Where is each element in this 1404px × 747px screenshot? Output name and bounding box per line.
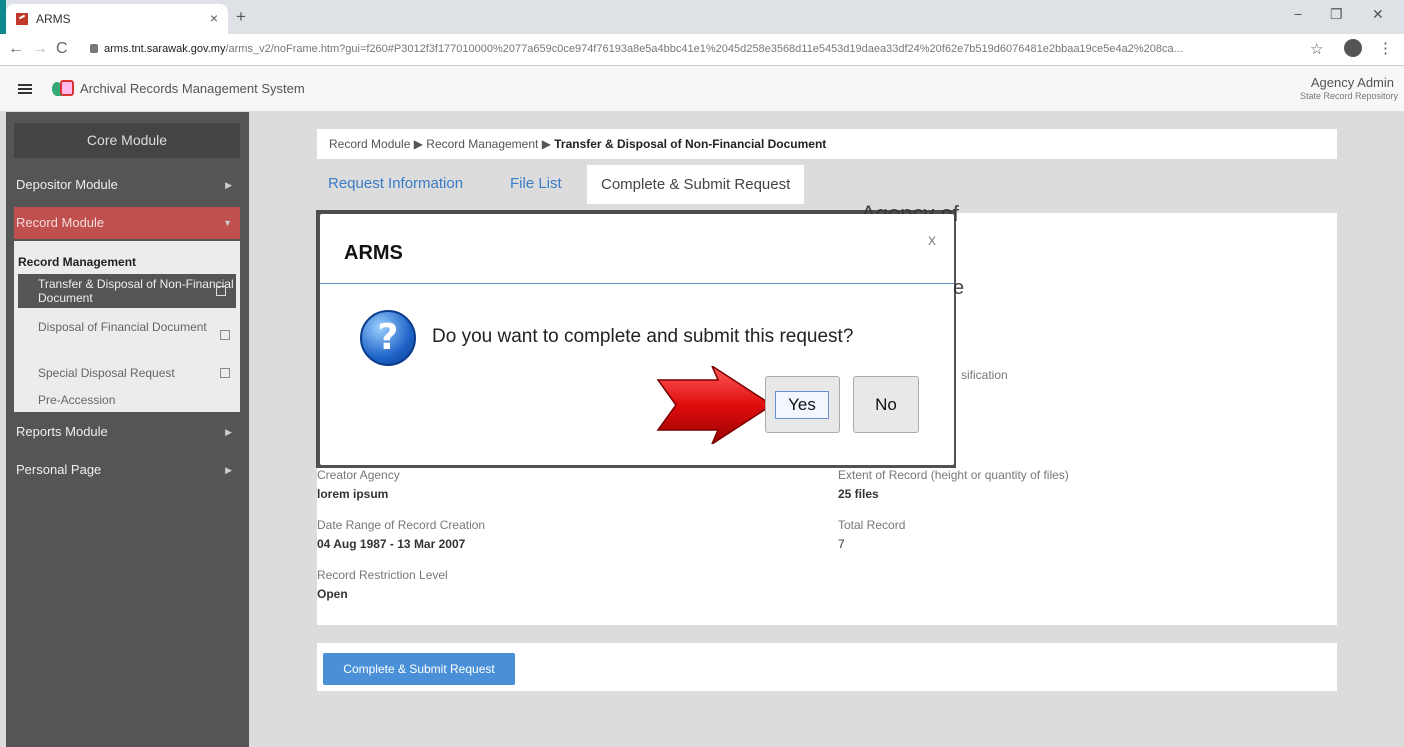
user-role: State Record Repository: [1299, 91, 1398, 101]
confirm-dialog: ARMS x ? Do you want to complete and sub…: [320, 214, 954, 465]
breadcrumb-separator-icon: ▶: [541, 137, 555, 151]
reload-icon[interactable]: C: [56, 40, 68, 58]
browser-menu-icon[interactable]: ⋮: [1378, 39, 1393, 57]
sidebar-item-label: Reports Module: [16, 424, 108, 439]
sidebar-item-personal-page[interactable]: Personal Page ▶: [14, 454, 240, 486]
yes-label: Yes: [775, 391, 829, 419]
submenu-item-label: Transfer & Disposal of Non-Financial Doc…: [38, 277, 234, 305]
user-name[interactable]: Agency Admin: [1311, 75, 1394, 90]
sidebar-item-label: Personal Page: [16, 462, 102, 477]
new-tab-icon[interactable]: +: [236, 7, 246, 27]
lock-icon[interactable]: [90, 44, 98, 53]
date-range-value: 04 Aug 1987 - 13 Mar 2007: [317, 537, 466, 551]
sidebar-item-depositor-module[interactable]: Depositor Module ▶: [14, 169, 240, 201]
sidebar: Core Module Depositor Module ▶ Record Mo…: [6, 112, 249, 747]
red-arrow-icon: [656, 366, 774, 444]
submenu-item-label: Disposal of Financial Document: [38, 320, 207, 334]
chevron-down-icon: ▼: [223, 218, 232, 228]
breadcrumb-item[interactable]: Record Module: [329, 137, 410, 151]
sidebar-item-reports-module[interactable]: Reports Module ▶: [14, 416, 240, 448]
external-link-icon: [220, 368, 230, 378]
sidebar-item-label: Record Module: [16, 215, 105, 230]
breadcrumb-item[interactable]: Record Management: [426, 137, 538, 151]
chevron-right-icon: ▶: [225, 427, 232, 437]
tab-complete-submit[interactable]: Complete & Submit Request: [586, 164, 806, 204]
submenu-item-disposal-financial[interactable]: Disposal of Financial Document: [14, 320, 240, 350]
arms-favicon-icon: [16, 13, 28, 25]
restriction-level-value: Open: [317, 587, 348, 601]
dialog-message: Do you want to complete and submit this …: [432, 326, 854, 347]
submenu-item-transfer-disposal[interactable]: Transfer & Disposal of Non-Financial Doc…: [18, 274, 236, 308]
total-record-value: 7: [838, 537, 845, 551]
creator-agency-value: lorem ipsum: [317, 487, 389, 501]
question-icon: ?: [360, 310, 416, 366]
url-host: arms.tnt.sarawak.gov.my: [104, 43, 226, 55]
close-tab-icon[interactable]: ×: [210, 10, 218, 26]
address-bar: ← → C arms.tnt.sarawak.gov.my/arms_v2/no…: [0, 34, 1404, 66]
arms-logo-icon: [52, 80, 74, 98]
url-path: /arms_v2/noFrame.htm?gui=f260#P3012f3f17…: [225, 43, 1183, 55]
bookmark-star-icon[interactable]: ☆: [1310, 40, 1323, 58]
submenu-item-label: Pre-Accession: [38, 393, 116, 407]
dialog-title: ARMS: [344, 242, 403, 264]
chevron-right-icon: ▶: [225, 180, 232, 190]
breadcrumb: Record Module ▶ Record Management ▶ Tran…: [316, 128, 1338, 160]
creator-agency-label: Creator Agency: [317, 468, 400, 482]
dialog-divider: [320, 283, 954, 284]
sidebar-item-record-module[interactable]: Record Module ▼: [14, 207, 240, 239]
minimize-icon[interactable]: −: [1294, 6, 1302, 22]
app-header: Archival Records Management System Agenc…: [0, 66, 1404, 112]
browser-tab[interactable]: ARMS ×: [6, 4, 228, 34]
submenu-item-special-disposal[interactable]: Special Disposal Request: [14, 366, 240, 382]
record-module-submenu: Record Management Transfer & Disposal of…: [14, 241, 240, 412]
browser-tabstrip: ARMS × + − ❐ ✕: [0, 0, 1404, 34]
tab-file-list[interactable]: File List: [510, 164, 562, 204]
external-link-icon: [220, 330, 230, 340]
breadcrumb-current: Transfer & Disposal of Non-Financial Doc…: [554, 137, 827, 151]
app-title: Archival Records Management System: [80, 81, 305, 96]
submenu-item-pre-accession[interactable]: Pre-Accession: [14, 393, 240, 409]
restore-icon[interactable]: ❐: [1330, 6, 1343, 23]
close-icon[interactable]: x: [928, 232, 936, 250]
chevron-right-icon: ▶: [225, 465, 232, 475]
extent-value: 25 files: [838, 487, 879, 501]
submit-area: Complete & Submit Request: [316, 642, 1338, 692]
profile-icon[interactable]: [1344, 39, 1362, 57]
sidebar-item-label: Depositor Module: [16, 177, 118, 192]
submenu-item-label: Special Disposal Request: [38, 366, 175, 380]
total-record-label: Total Record: [838, 518, 906, 532]
close-window-icon[interactable]: ✕: [1372, 6, 1384, 23]
date-range-label: Date Range of Record Creation: [317, 518, 486, 532]
url-input[interactable]: arms.tnt.sarawak.gov.my/arms_v2/noFrame.…: [104, 43, 1274, 55]
complete-submit-button[interactable]: Complete & Submit Request: [323, 653, 515, 685]
submenu-heading: Record Management: [18, 255, 137, 269]
no-button[interactable]: No: [853, 376, 919, 433]
classification-label-partial: sification: [961, 368, 1008, 382]
restriction-level-label: Record Restriction Level: [317, 568, 448, 582]
tab-request-information[interactable]: Request Information: [328, 164, 463, 204]
tab-title: ARMS: [36, 12, 71, 26]
external-link-icon: [216, 286, 226, 296]
yes-button[interactable]: Yes: [765, 376, 840, 433]
sidebar-core-module[interactable]: Core Module: [14, 123, 240, 158]
forward-icon[interactable]: →: [32, 40, 48, 58]
back-icon[interactable]: ←: [8, 40, 24, 58]
hamburger-menu-icon[interactable]: [18, 84, 32, 94]
extent-label: Extent of Record (height or quantity of …: [838, 468, 1069, 482]
breadcrumb-separator-icon: ▶: [413, 137, 427, 151]
